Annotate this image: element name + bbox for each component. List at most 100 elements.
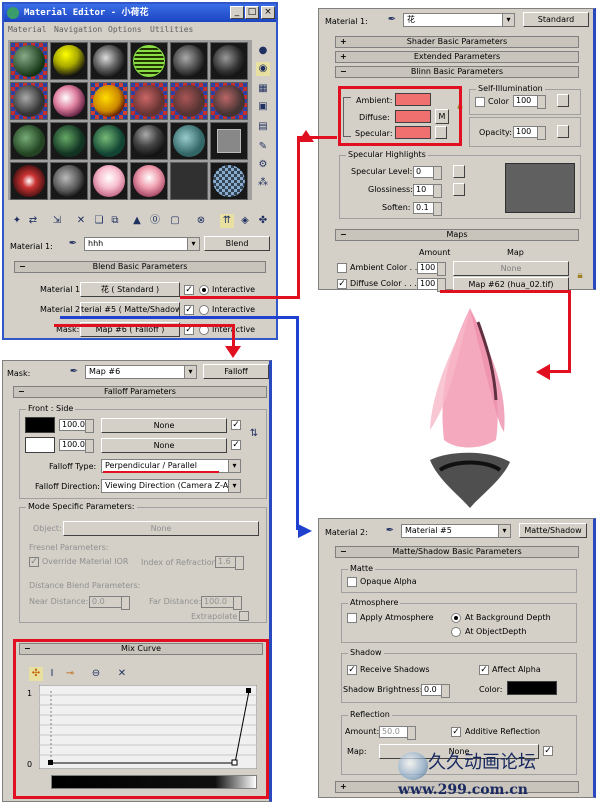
close-button[interactable]: ×: [261, 6, 275, 19]
side-map-button[interactable]: None: [101, 438, 227, 453]
sample-slot[interactable]: [10, 42, 48, 80]
map-lock-icon[interactable]: 🔒︎: [573, 269, 587, 283]
eyedropper-icon[interactable]: ✒: [385, 13, 399, 27]
make-unique-icon[interactable]: ⧉: [108, 214, 122, 228]
sample-slot[interactable]: [210, 82, 248, 120]
shadow-color-swatch[interactable]: [507, 681, 557, 695]
self-illum-map-button[interactable]: [557, 94, 569, 107]
mat2-interactive-radio[interactable]: [199, 305, 209, 315]
sample-slot[interactable]: [130, 122, 168, 160]
at-background-radio[interactable]: [451, 613, 461, 623]
opaque-alpha-checkbox[interactable]: [347, 577, 357, 587]
swap-colors-icon[interactable]: ⇅: [247, 427, 261, 441]
far-distance-spinner[interactable]: 100.0: [201, 596, 242, 610]
self-illum-spinner[interactable]: 100: [513, 95, 546, 109]
opacity-map-button[interactable]: [557, 125, 569, 138]
mat2-enable-checkbox[interactable]: ✓: [184, 305, 194, 315]
eyedropper-icon[interactable]: ✒: [383, 524, 397, 538]
front-map-button[interactable]: None: [101, 418, 227, 433]
sample-type-icon[interactable]: ●: [256, 44, 270, 58]
shader-basic-rollout[interactable]: + Shader Basic Parameters: [335, 36, 579, 48]
show-map-icon[interactable]: ▢: [168, 214, 182, 228]
pick-material-icon[interactable]: ✤: [256, 214, 270, 228]
ambient-map-checkbox[interactable]: [337, 263, 347, 273]
reset-map-icon[interactable]: ✕: [74, 214, 88, 228]
sample-slot[interactable]: [10, 82, 48, 120]
sample-slot[interactable]: [170, 122, 208, 160]
sample-slot[interactable]: [170, 82, 208, 120]
backlight-icon[interactable]: ◉: [256, 62, 270, 76]
opacity-spinner[interactable]: 100: [513, 126, 546, 140]
make-preview-icon[interactable]: ✎: [256, 140, 270, 154]
copy-material-icon[interactable]: ❏: [92, 214, 106, 228]
side-map-checkbox[interactable]: ✓: [231, 440, 241, 450]
receive-shadows-checkbox[interactable]: ✓: [347, 665, 357, 675]
override-ior-checkbox[interactable]: ✓: [29, 557, 39, 567]
sample-slot[interactable]: [10, 162, 48, 200]
diffuse-map-checkbox[interactable]: ✓: [337, 279, 347, 289]
menu-material[interactable]: Material: [8, 23, 47, 37]
material-effects-icon[interactable]: ⓪: [148, 214, 162, 228]
maximize-button[interactable]: □: [245, 6, 259, 19]
apply-atmosphere-checkbox[interactable]: [347, 613, 357, 623]
ambient-map-button[interactable]: None: [453, 261, 569, 276]
material-name-dropdown[interactable]: 花: [403, 13, 515, 27]
map-name-dropdown[interactable]: Map #6: [85, 365, 197, 379]
go-forward-icon[interactable]: ◈: [238, 214, 252, 228]
diffuse-amount-spinner[interactable]: 100: [417, 278, 446, 292]
at-object-radio[interactable]: [451, 627, 461, 637]
ior-spinner[interactable]: 1.6: [215, 556, 244, 570]
sample-slot[interactable]: [50, 42, 88, 80]
near-distance-spinner[interactable]: 0.0: [89, 596, 130, 610]
menu-options[interactable]: Options: [108, 23, 142, 37]
mat1-interactive-radio[interactable]: [199, 285, 209, 295]
material-type-button[interactable]: Blend: [204, 236, 270, 251]
sample-slot[interactable]: [50, 122, 88, 160]
sample-slot[interactable]: [170, 162, 208, 200]
sample-slot[interactable]: [90, 162, 128, 200]
maps-rollout[interactable]: − Maps: [335, 229, 579, 241]
eyedropper-icon[interactable]: ✒: [67, 365, 81, 379]
sample-slot[interactable]: [90, 122, 128, 160]
options-icon[interactable]: ⚙: [256, 158, 270, 172]
extrapolate-checkbox[interactable]: [239, 611, 249, 621]
mat1-button[interactable]: 花 ( Standard ): [80, 282, 180, 297]
sample-slot[interactable]: [90, 82, 128, 120]
glossiness-spinner[interactable]: 10: [413, 184, 442, 198]
object-pick-button[interactable]: None: [63, 521, 259, 536]
spec-level-spinner[interactable]: 0: [413, 166, 442, 180]
assign-to-selection-icon[interactable]: ⇲: [50, 214, 64, 228]
minimize-button[interactable]: _: [230, 6, 244, 19]
go-to-parent-icon[interactable]: ⇈: [220, 214, 234, 228]
uv-tiling-icon[interactable]: ▣: [256, 100, 270, 114]
soften-spinner[interactable]: 0.1: [413, 202, 442, 216]
ambient-amount-spinner[interactable]: 100: [417, 262, 446, 276]
falloff-params-rollout[interactable]: − Falloff Parameters: [13, 386, 267, 398]
material-type-button[interactable]: Standard: [523, 12, 589, 27]
blinn-basic-rollout[interactable]: − Blinn Basic Parameters: [335, 66, 579, 78]
mat1-enable-checkbox[interactable]: ✓: [184, 285, 194, 295]
menu-utilities[interactable]: Utilities: [150, 23, 193, 37]
show-end-result-icon[interactable]: ⊗: [194, 214, 208, 228]
put-to-scene-icon[interactable]: ⇄: [26, 214, 40, 228]
put-to-library-icon[interactable]: ▲: [130, 214, 144, 228]
side-value-spinner[interactable]: 100.0: [59, 439, 94, 453]
glossiness-map-button[interactable]: [453, 183, 465, 196]
front-color-swatch[interactable]: [25, 417, 55, 433]
sample-slot[interactable]: [50, 82, 88, 120]
get-material-icon[interactable]: ✦: [10, 214, 24, 228]
sample-slot[interactable]: [50, 162, 88, 200]
sample-slot[interactable]: [210, 42, 248, 80]
sample-slot[interactable]: [210, 162, 248, 200]
map-type-button[interactable]: Falloff: [203, 364, 269, 379]
video-check-icon[interactable]: ▤: [256, 120, 270, 134]
reflection-amount-spinner[interactable]: 50.0: [379, 726, 416, 740]
front-value-spinner[interactable]: 100.0: [59, 419, 94, 433]
sample-slot[interactable]: [130, 42, 168, 80]
side-color-swatch[interactable]: [25, 437, 55, 453]
sample-slot[interactable]: [10, 122, 48, 160]
affect-alpha-checkbox[interactable]: ✓: [479, 665, 489, 675]
sample-slot[interactable]: [90, 42, 128, 80]
shadow-brightness-spinner[interactable]: 0.0: [421, 684, 450, 698]
falloff-direction-dropdown[interactable]: Viewing Direction (Camera Z-Axis): [101, 479, 241, 493]
